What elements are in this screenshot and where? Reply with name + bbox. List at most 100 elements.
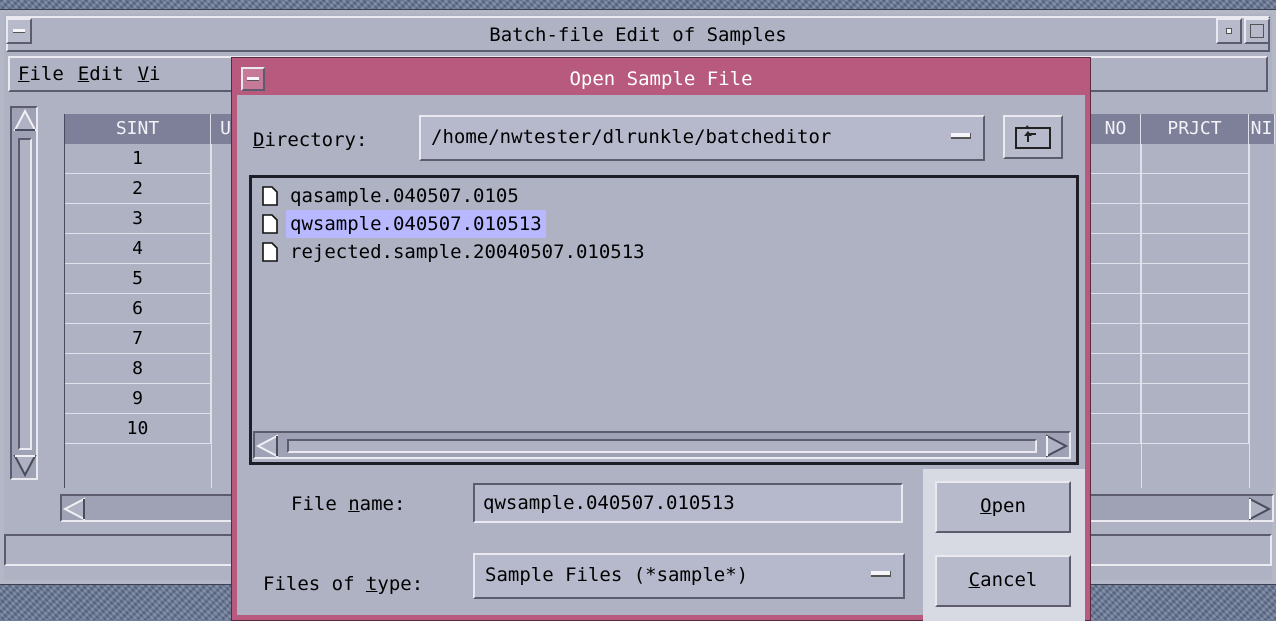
up-folder-button[interactable] — [1003, 115, 1063, 159]
directory-label: Directory: — [253, 129, 367, 151]
directory-value: /home/nwtester/dlrunkle/batcheditor — [431, 126, 832, 148]
table-row-sint[interactable]: 6 — [65, 294, 211, 324]
file-item-rejected[interactable]: rejected.sample.20040507.010513 — [262, 238, 649, 266]
window-menu-icon — [13, 29, 25, 33]
menu-file[interactable]: File — [18, 63, 64, 85]
table-cell[interactable] — [1091, 384, 1141, 414]
file-item-qwsample[interactable]: qwsample.040507.010513 — [262, 210, 546, 238]
table-row-sint[interactable]: 8 — [65, 354, 211, 384]
table-cell[interactable] — [1091, 144, 1141, 174]
file-name-value: qwsample.040507.010513 — [483, 492, 735, 514]
file-list[interactable]: qasample.040507.0105 qwsample.040507.010… — [249, 175, 1079, 465]
up-folder-icon — [1015, 125, 1051, 149]
directory-combo[interactable]: /home/nwtester/dlrunkle/batcheditor — [419, 115, 985, 161]
window-titlebar[interactable]: Batch-file Edit of Samples — [6, 16, 1270, 52]
table-cell[interactable] — [1091, 414, 1141, 444]
dialog-button-panel: Open Cancel — [923, 469, 1085, 621]
cancel-button-label: ancel — [980, 569, 1038, 591]
table-cell[interactable] — [1141, 384, 1249, 414]
scroll-right-arrow-icon[interactable] — [1043, 433, 1069, 459]
menu-edit-label: dit — [89, 63, 124, 85]
menu-view[interactable]: Vi — [138, 63, 161, 85]
dialog-title: Open Sample File — [569, 68, 753, 90]
file-type-label: Files of type: — [263, 573, 423, 595]
menu-file-label: ile — [29, 63, 64, 85]
maximize-button[interactable] — [1244, 18, 1270, 44]
table-cell[interactable] — [1091, 324, 1141, 354]
table-row-sint[interactable]: 10 — [65, 414, 211, 444]
dropdown-icon — [871, 571, 891, 577]
window-menu-button[interactable] — [6, 18, 32, 44]
table-cell[interactable] — [1141, 324, 1249, 354]
file-name-label-after: ame: — [359, 493, 406, 515]
table-cell[interactable] — [1141, 294, 1249, 324]
vertical-scroll-trough[interactable] — [18, 138, 32, 450]
table-cell[interactable] — [1091, 354, 1141, 384]
window-title: Batch-file Edit of Samples — [489, 24, 787, 46]
menu-file-mnemonic: F — [18, 63, 30, 85]
column-header-prjct[interactable]: PRJCT — [1141, 114, 1249, 144]
table-cell[interactable] — [1141, 174, 1249, 204]
table-row-sint[interactable]: 4 — [65, 234, 211, 264]
menu-view-mnemonic: V — [137, 63, 150, 85]
file-name-input[interactable]: qwsample.040507.010513 — [473, 483, 903, 523]
file-type-combo[interactable]: Sample Files (*sample*) — [473, 553, 905, 599]
minimize-button[interactable] — [1216, 18, 1242, 44]
scroll-up-arrow-icon[interactable] — [12, 108, 38, 134]
file-type-label-after: ype: — [377, 573, 424, 595]
table-cell[interactable] — [1141, 234, 1249, 264]
table-cell[interactable] — [1141, 204, 1249, 234]
table-row-sint[interactable]: 9 — [65, 384, 211, 414]
file-name: qwsample.040507.010513 — [286, 210, 546, 238]
file-item-qasample[interactable]: qasample.040507.0105 — [262, 182, 523, 210]
scroll-left-arrow-icon[interactable] — [62, 496, 88, 522]
table-cell[interactable] — [1141, 354, 1249, 384]
file-name-label-before: File — [291, 493, 349, 515]
table-row-sint[interactable]: 7 — [65, 324, 211, 354]
menu-edit[interactable]: Edit — [78, 63, 124, 85]
column-header-ni[interactable]: NI — [1249, 114, 1275, 144]
document-icon — [262, 186, 278, 206]
menu-edit-mnemonic: E — [77, 63, 90, 85]
table-cell[interactable] — [1141, 264, 1249, 294]
table-row-sint[interactable]: 3 — [65, 204, 211, 234]
scroll-down-arrow-icon[interactable] — [12, 452, 38, 478]
file-list-horizontal-scrollbar[interactable] — [253, 431, 1071, 459]
horizontal-scroll-trough[interactable] — [287, 439, 1037, 453]
table-cell[interactable] — [1091, 294, 1141, 324]
table-cell[interactable] — [1091, 264, 1141, 294]
table-row-sint[interactable]: 5 — [65, 264, 211, 294]
table-cell[interactable] — [1091, 204, 1141, 234]
scroll-left-arrow-icon[interactable] — [255, 433, 281, 459]
file-type-label-mnemonic: t — [365, 573, 378, 595]
scroll-right-arrow-icon[interactable] — [1246, 496, 1272, 522]
cancel-button-mnemonic: C — [968, 569, 981, 591]
table-cell[interactable] — [1141, 144, 1249, 174]
maximize-icon — [1250, 24, 1264, 38]
table-row-sint[interactable]: 1 — [65, 144, 211, 174]
table-vertical-scrollbar[interactable] — [10, 106, 38, 480]
table-cell[interactable] — [1141, 414, 1249, 444]
dialog-titlebar[interactable]: Open Sample File — [237, 63, 1085, 95]
file-name-label: File name: — [291, 493, 405, 515]
table-cell[interactable] — [1091, 234, 1141, 264]
column-header-sint[interactable]: SINT — [65, 114, 211, 144]
dialog-menu-button[interactable] — [241, 67, 265, 91]
directory-label-text: irectory: — [264, 129, 368, 151]
column-divider — [211, 144, 212, 488]
window-menu-icon — [247, 77, 259, 81]
file-name-label-mnemonic: n — [348, 493, 360, 515]
open-button-label: pen — [991, 495, 1026, 517]
file-type-label-before: Files of — [263, 573, 366, 595]
column-header-no[interactable]: NO — [1091, 114, 1141, 144]
file-type-value: Sample Files (*sample*) — [485, 564, 749, 586]
file-name: rejected.sample.20040507.010513 — [290, 241, 645, 263]
directory-label-mnemonic: D — [253, 129, 265, 151]
menu-view-label: i — [149, 63, 161, 85]
table-row-sint[interactable]: 2 — [65, 174, 211, 204]
open-sample-file-dialog: Open Sample File Directory: /home/nwtest… — [231, 57, 1091, 621]
cancel-button[interactable]: Cancel — [935, 555, 1071, 607]
open-button[interactable]: Open — [935, 481, 1071, 533]
minimize-icon — [1226, 28, 1232, 34]
table-cell[interactable] — [1091, 174, 1141, 204]
